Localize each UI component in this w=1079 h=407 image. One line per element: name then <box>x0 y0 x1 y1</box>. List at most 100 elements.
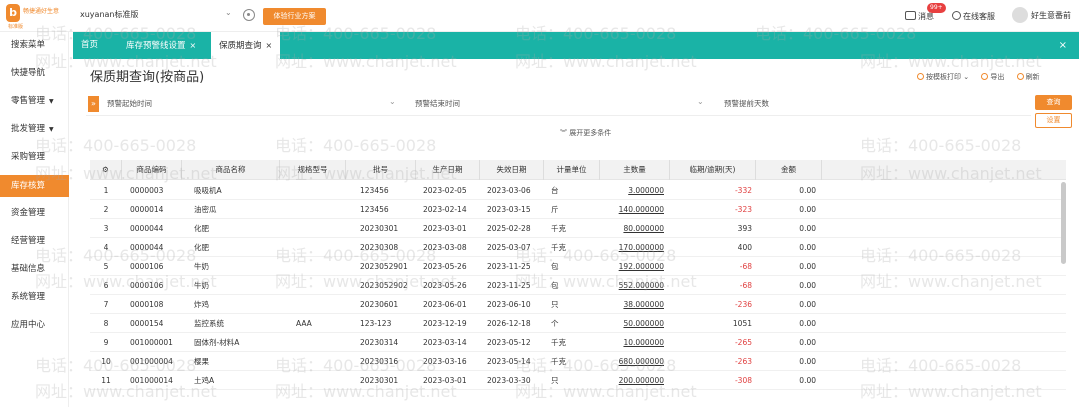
sidebar-item-label: 系统管理 <box>11 292 46 302</box>
column-header[interactable]: 金额 <box>756 160 822 180</box>
cell-no: 7 <box>103 300 109 309</box>
caret-down-icon: ▼ <box>49 126 54 133</box>
table-row[interactable]: 8 0000154 监控系统 AAA 123-123 2023-12-19 2026-12-… <box>90 314 1066 333</box>
cell-code: 001000014 <box>130 376 173 385</box>
cell-no: 8 <box>103 319 109 328</box>
close-all-tabs-icon[interactable]: × <box>1059 32 1067 59</box>
chevron-down-icon[interactable]: ⌄ <box>389 97 396 106</box>
sidebar-item-system[interactable]: 系统管理 <box>0 286 69 308</box>
column-header[interactable]: 商品编码 <box>122 160 182 180</box>
table-row[interactable]: 9 001000001 固体剂-材料A 20230314 2023-03-14 2023-… <box>90 333 1066 352</box>
tab-bar: 首页 库存预警线设置 × 保质期查询 × × <box>73 32 1079 59</box>
cell-amount: 0.00 <box>799 186 816 195</box>
cell-code: 0000154 <box>130 319 164 328</box>
column-header[interactable]: 临期/逾期(天) <box>670 160 756 180</box>
query-button[interactable]: 查询 <box>1035 95 1072 110</box>
table-row[interactable]: 10 001000004 樱果 20230316 2023-03-16 2023-05-1… <box>90 352 1066 371</box>
gear-icon[interactable] <box>243 9 255 21</box>
expand-more-conditions[interactable]: ︾ 展开更多条件 <box>560 128 611 138</box>
cell-qty[interactable]: 200.000000 <box>595 371 664 390</box>
column-header[interactable]: 失效日期 <box>480 160 544 180</box>
cell-mfg: 2023-05-26 <box>423 281 467 290</box>
tab-shelf-life-query[interactable]: 保质期查询 × <box>211 32 281 59</box>
cell-name: 樱果 <box>194 357 209 366</box>
top-bar: b 畅捷通好生意 标准版 xuyanan标准版 ⌄ 体验行业方案 消息 99+ … <box>0 0 1079 32</box>
cell-qty[interactable]: 80.000000 <box>595 219 664 238</box>
cell-qty[interactable]: 552.000000 <box>595 276 664 295</box>
tab-home[interactable]: 首页 <box>73 32 106 59</box>
sidebar-item-wholesale[interactable]: 批发管理 ▼ <box>0 118 69 140</box>
cell-batch: 2023052901 <box>360 262 408 271</box>
cell-exp: 2023-03-06 <box>487 186 531 195</box>
column-settings-icon[interactable]: ⚙ <box>90 160 122 180</box>
cell-days: -332 <box>734 186 752 195</box>
close-icon[interactable]: × <box>266 41 273 50</box>
cell-mfg: 2023-05-26 <box>423 262 467 271</box>
cell-batch: 2023052902 <box>360 281 408 290</box>
sidebar-item-app-center[interactable]: 应用中心 <box>0 314 69 336</box>
watermark-text: 电话：400-665-0028 <box>860 136 1022 155</box>
page-toolbar: 按模板打印 ⌄ 导出 刷新 <box>917 72 1050 82</box>
tab-stock-warning-settings[interactable]: 库存预警线设置 × <box>118 32 204 59</box>
cell-name: 固体剂-材料A <box>194 338 240 347</box>
sidebar-item-inventory[interactable]: 库存核算 <box>0 175 69 197</box>
warning-end-time-field[interactable]: 预警结束时间 <box>415 98 460 109</box>
cell-code: 0000108 <box>130 300 164 309</box>
settings-button[interactable]: 设置 <box>1035 113 1072 128</box>
industry-plan-button[interactable]: 体验行业方案 <box>263 8 326 25</box>
filter-toggle-icon[interactable]: » <box>88 96 99 112</box>
table-row[interactable]: 11 001000014 土鸡A 20230301 2023-03-01 2023-03-… <box>90 371 1066 390</box>
cell-spec <box>296 276 346 295</box>
sidebar-item-search-menu[interactable]: 搜索菜单 <box>0 34 69 56</box>
account-name: xuyanan标准版 <box>80 10 139 19</box>
warning-days-ahead-field[interactable]: 预警提前天数 <box>724 98 769 109</box>
sidebar-item-basic-info[interactable]: 基础信息 <box>0 258 69 280</box>
column-header[interactable]: 生产日期 <box>416 160 480 180</box>
cell-qty[interactable]: 680.000000 <box>595 352 664 371</box>
column-header[interactable]: 商品名称 <box>182 160 280 180</box>
sidebar-item-label: 经营管理 <box>11 236 46 246</box>
export-button[interactable]: 导出 <box>981 73 1004 81</box>
sidebar-item-retail[interactable]: 零售管理 ▼ <box>0 90 69 112</box>
cell-no: 1 <box>103 186 109 195</box>
cell-qty[interactable]: 10.000000 <box>595 333 664 352</box>
table-row[interactable]: 5 0000106 牛奶 2023052901 2023-05-26 2023-11-25… <box>90 257 1066 276</box>
table-row[interactable]: 6 0000106 牛奶 2023052902 2023-05-26 2023-11-25… <box>90 276 1066 295</box>
cell-qty[interactable]: 3.000000 <box>595 181 664 200</box>
messages-button[interactable]: 消息 99+ <box>905 3 946 22</box>
sidebar-item-purchase[interactable]: 采购管理 <box>0 146 69 168</box>
sidebar-item-funds[interactable]: 资金管理 <box>0 202 69 224</box>
cell-qty[interactable]: 170.000000 <box>595 238 664 257</box>
user-menu[interactable]: 好生意番前 <box>1012 7 1071 23</box>
cell-batch: 123456 <box>360 205 389 214</box>
column-header[interactable]: 批号 <box>346 160 416 180</box>
cell-mfg: 2023-03-16 <box>423 357 467 366</box>
logo[interactable]: b 畅捷通好生意 标准版 <box>4 2 70 30</box>
column-header[interactable]: 计量单位 <box>544 160 600 180</box>
online-service-button[interactable]: 在线客服 <box>952 11 995 22</box>
close-icon[interactable]: × <box>190 41 197 50</box>
sidebar-item-quick-nav[interactable]: 快捷导航 <box>0 62 69 84</box>
cell-qty[interactable]: 140.000000 <box>595 200 664 219</box>
warning-start-time-field[interactable]: 预警起始时间 <box>107 98 152 109</box>
column-header[interactable]: 主数量 <box>600 160 670 180</box>
table-row[interactable]: 4 0000044 化肥 20230308 2023-03-08 2025-03-07 千克… <box>90 238 1066 257</box>
table-row[interactable]: 2 0000014 油密瓜 123456 2023-02-14 2023-03-15 斤 14… <box>90 200 1066 219</box>
column-header[interactable]: 规格型号 <box>280 160 346 180</box>
print-template-button[interactable]: 按模板打印 ⌄ <box>917 73 969 81</box>
refresh-button[interactable]: 刷新 <box>1016 73 1040 81</box>
cell-name: 牛奶 <box>194 262 209 271</box>
account-selector[interactable]: xuyanan标准版 ⌄ <box>80 8 240 20</box>
cell-qty[interactable]: 192.000000 <box>595 257 664 276</box>
cell-spec: AAA <box>296 319 312 328</box>
table-row[interactable]: 7 0000108 炸鸡 20230601 2023-06-01 2023-06-10 只 3… <box>90 295 1066 314</box>
vertical-scrollbar[interactable] <box>1061 182 1066 264</box>
chevron-down-icon[interactable]: ⌄ <box>697 97 704 106</box>
sidebar-item-operations[interactable]: 经营管理 <box>0 230 69 252</box>
cell-qty[interactable]: 50.000000 <box>595 314 664 333</box>
cell-code: 0000014 <box>130 205 164 214</box>
message-icon <box>905 11 916 20</box>
cell-qty[interactable]: 38.000000 <box>595 295 664 314</box>
table-row[interactable]: 3 0000044 化肥 20230301 2023-03-01 2025-02-28 千克… <box>90 219 1066 238</box>
table-row[interactable]: 1 0000003 吸吸机A 123456 2023-02-05 2023-03-06 台 3… <box>90 181 1066 200</box>
